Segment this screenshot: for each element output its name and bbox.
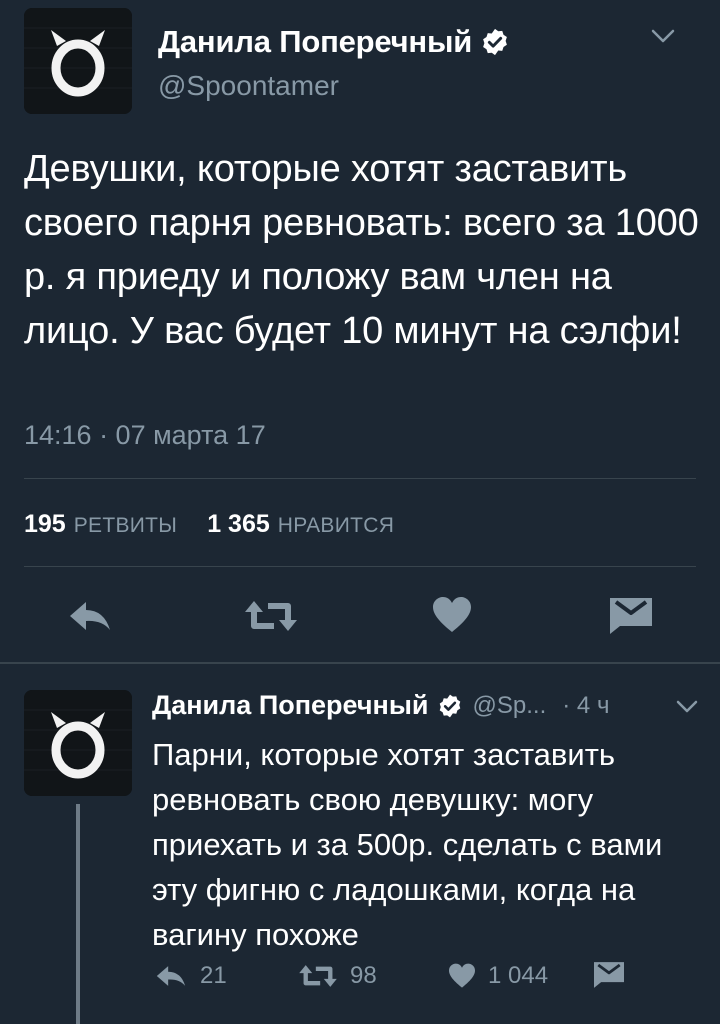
likes-label[interactable]: НРАВИТСЯ [278,514,394,538]
reply-author-name[interactable]: Данила Поперечный [152,690,429,721]
reply-icon[interactable] [66,598,114,634]
reply-text: Парни, которые хотят заставить ревновать… [152,737,663,952]
like-icon[interactable] [432,596,472,634]
tweet-stats: 195 РЕТВИТЫ 1 365 НРАВИТСЯ [24,510,394,539]
chevron-down-icon[interactable] [676,698,698,714]
verified-icon [437,693,463,719]
author-handle[interactable]: @Spoontamer [158,70,339,102]
like-icon [448,963,476,989]
reply-time: · 4 ч [562,691,610,719]
tweet-separator [0,662,720,664]
dm-icon[interactable] [610,598,652,634]
author-row: Данила Поперечный [158,24,510,60]
reply-author-handle[interactable]: @Sp... [473,692,547,720]
tweet-text: Девушки, которые хотят заставить своего … [24,148,699,352]
main-tweet: Данила Поперечный @Spoontamer Девушки, к… [0,0,720,662]
dm-button[interactable] [594,962,624,988]
author-name[interactable]: Данила Поперечный [158,24,472,60]
retweet-icon[interactable] [244,598,298,634]
avatar[interactable] [24,8,132,114]
reply-header: Данила Поперечный @Sp... · 4 ч [152,690,609,721]
like-count: 1 044 [488,962,549,989]
reply-count: 21 [200,962,227,989]
likes-count[interactable]: 1 365 [207,510,270,539]
verified-icon [480,27,510,57]
retweets-label[interactable]: РЕТВИТЫ [74,514,177,538]
divider [24,478,696,479]
reply-icon [154,963,188,989]
retweet-count: 98 [350,962,377,989]
reply-action-bar: 21 98 1 044 [152,962,652,998]
chevron-down-icon[interactable] [650,26,676,46]
retweets-count[interactable]: 195 [24,510,66,539]
tweet-timestamp: 14:16 · 07 марта 17 [24,420,266,450]
thread-line [76,804,80,1024]
like-button[interactable]: 1 044 [448,962,548,990]
dm-icon [594,962,624,988]
retweet-icon [298,963,338,989]
retweet-button[interactable]: 98 [298,962,377,990]
reply-button[interactable]: 21 [154,962,227,990]
divider [24,566,696,567]
reply-avatar[interactable] [24,690,132,796]
